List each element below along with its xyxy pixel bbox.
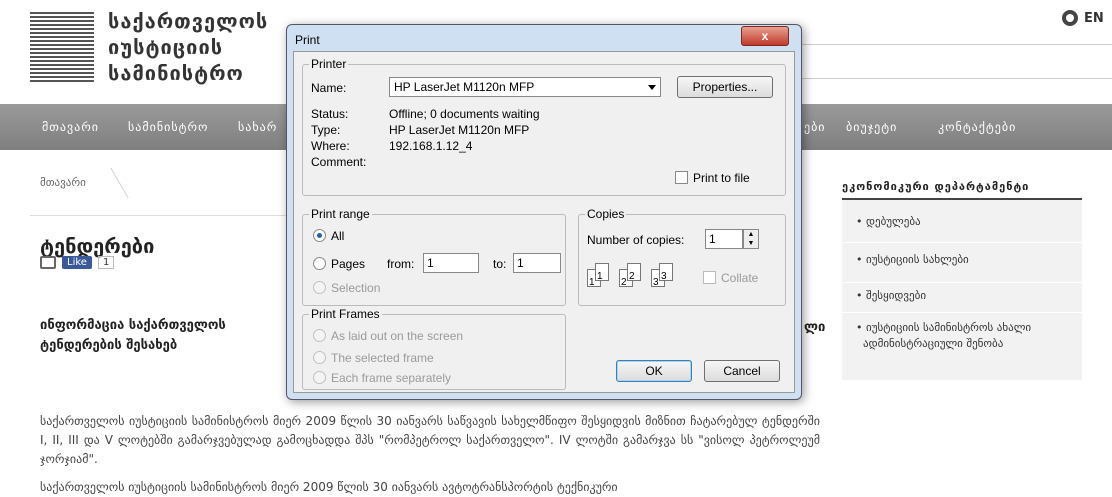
sidebar-menu: • დებულება • იუსტიციის სახლები • შესყიდვ… — [842, 200, 1082, 380]
frame-each-label: Each frame separately — [331, 371, 452, 385]
printer-name-label: Name: — [311, 81, 347, 95]
collate-checkbox[interactable] — [703, 271, 716, 284]
intro-heading-tail: ლი — [804, 320, 826, 335]
sidebar-item-regulations[interactable]: • დებულება — [856, 214, 921, 230]
where-value: 192.168.1.12_4 — [389, 139, 473, 153]
copies-input[interactable]: 1 — [705, 229, 743, 249]
sidebar-item-procurement[interactable]: • შესყიდვები — [856, 288, 926, 304]
to-label: to: — [493, 257, 507, 271]
print-frames-label: Print Frames — [309, 307, 382, 321]
nav-item-budget[interactable]: ბიუჯეტი — [846, 120, 897, 134]
printer-group: Printer Name: HP LaserJet M1120n MFP Pro… — [302, 57, 786, 196]
sidebar-separator — [842, 312, 1082, 313]
header-divider-bottom — [800, 78, 1112, 79]
breadcrumb-home[interactable]: მთავარი — [40, 176, 86, 189]
from-input[interactable]: 1 — [423, 253, 479, 273]
logo-text: საქართველოს იუსტიციის სამინისტრო — [108, 8, 268, 86]
frame-as-laid-out-radio[interactable] — [313, 329, 326, 342]
type-label: Type: — [311, 123, 341, 137]
language-globe-icon — [1062, 10, 1078, 26]
copies-group-label: Copies — [585, 207, 627, 221]
printer-select[interactable]: HP LaserJet M1120n MFP — [389, 77, 661, 97]
logo-line-2: იუსტიციის — [108, 35, 224, 59]
range-all-label: All — [331, 229, 345, 243]
collate-page-2-front: 2 — [627, 263, 641, 282]
logo-stripes-icon — [30, 12, 94, 84]
print-icon[interactable] — [40, 256, 56, 269]
printer-group-label: Printer — [309, 57, 349, 71]
share-bar: Like 1 — [40, 256, 115, 269]
page: საქართველოს იუსტიციის სამინისტრო EN მთავ… — [0, 0, 1112, 497]
sidebar-separator — [842, 282, 1082, 283]
chevron-down-icon — [648, 85, 656, 90]
where-label: Where: — [311, 139, 350, 153]
facebook-like-button[interactable]: Like — [62, 256, 92, 269]
frame-as-laid-out-label: As laid out on the screen — [331, 329, 464, 343]
nav-item-contacts[interactable]: კონტაქტები — [938, 120, 1016, 134]
print-range-group: Print range All Pages from: 1 to: 1 Sele… — [302, 207, 566, 306]
range-selection-radio[interactable] — [313, 281, 326, 294]
nav-item-home[interactable]: მთავარი — [42, 120, 99, 134]
frame-selected-radio[interactable] — [313, 351, 326, 364]
ok-button[interactable]: OK — [616, 360, 692, 382]
range-all-radio[interactable] — [313, 229, 326, 242]
print-frames-group: Print Frames As laid out on the screen T… — [302, 307, 566, 390]
print-to-file-checkbox[interactable] — [675, 171, 688, 184]
facebook-like-count: 1 — [97, 256, 115, 269]
comment-label: Comment: — [311, 155, 367, 169]
intro-heading: ინფორმაცია საქართველოს ტენდერების შესახე… — [40, 318, 226, 353]
print-to-file-label: Print to file — [693, 171, 750, 185]
header-divider-top — [800, 44, 1112, 45]
collate-page-1-front: 1 — [595, 263, 609, 282]
dialog-close-button[interactable]: x — [741, 26, 789, 46]
status-label: Status: — [311, 107, 349, 121]
logo-line-3: სამინისტრო — [108, 61, 244, 85]
range-pages-radio[interactable] — [313, 257, 326, 270]
nav-item-public[interactable]: სახარ — [238, 120, 277, 134]
collate-label: Collate — [721, 271, 759, 285]
nav-item-partial[interactable]: ები — [804, 120, 826, 134]
from-label: from: — [387, 257, 415, 271]
sidebar-separator — [842, 242, 1082, 243]
spin-down-icon[interactable]: ▼ — [744, 239, 758, 248]
spin-up-icon[interactable]: ▲ — [744, 230, 758, 239]
frame-selected-label: The selected frame — [331, 351, 434, 365]
properties-button[interactable]: Properties... — [677, 76, 773, 98]
copies-spinner[interactable]: ▲ ▼ — [743, 229, 759, 249]
language-label: EN — [1084, 10, 1104, 26]
to-input[interactable]: 1 — [513, 253, 561, 273]
collate-page-3-front: 3 — [659, 263, 673, 282]
range-selection-label: Selection — [331, 281, 381, 295]
logo-line-1: საქართველოს — [108, 9, 269, 33]
type-value: HP LaserJet M1120n MFP — [389, 123, 530, 137]
copies-group: Copies Number of copies: 1 ▲ ▼ 1 1 2 2 3… — [578, 207, 786, 306]
nav-item-ministry[interactable]: სამინისტრო — [128, 120, 208, 134]
print-dialog: Print x Printer Name: HP LaserJet M1120n… — [286, 24, 802, 400]
copies-label: Number of copies: — [587, 233, 685, 247]
sidebar-item-new-building[interactable]: • იუსტიციის სამინისტროს ახალი ადმინისტრა… — [856, 320, 1031, 352]
sidebar-item-justice-houses[interactable]: • იუსტიციის სახლები — [856, 252, 969, 268]
cancel-button[interactable]: Cancel — [704, 360, 780, 382]
dialog-body: Printer Name: HP LaserJet M1120n MFP Pro… — [293, 51, 795, 393]
breadcrumb-separator-icon — [95, 168, 129, 198]
print-range-label: Print range — [309, 207, 372, 221]
frame-each-radio[interactable] — [313, 371, 326, 384]
page-title: ტენდერები — [40, 234, 155, 258]
sidebar-title: ეკონომიკური დეპარტამენტი — [842, 180, 1030, 193]
status-value: Offline; 0 documents waiting — [389, 107, 540, 121]
printer-select-value: HP LaserJet M1120n MFP — [394, 80, 535, 94]
article-paragraph-1: საქართველოს იუსტიციის სამინისტროს მიერ 2… — [40, 414, 820, 466]
ministry-logo[interactable]: საქართველოს იუსტიციის სამინისტრო — [30, 8, 290, 90]
dialog-title: Print — [295, 33, 320, 47]
article-paragraph-2: საქართველოს იუსტიციის სამინისტროს მიერ 2… — [40, 480, 618, 494]
range-pages-label: Pages — [331, 257, 366, 271]
language-switch[interactable]: EN — [1062, 10, 1104, 26]
